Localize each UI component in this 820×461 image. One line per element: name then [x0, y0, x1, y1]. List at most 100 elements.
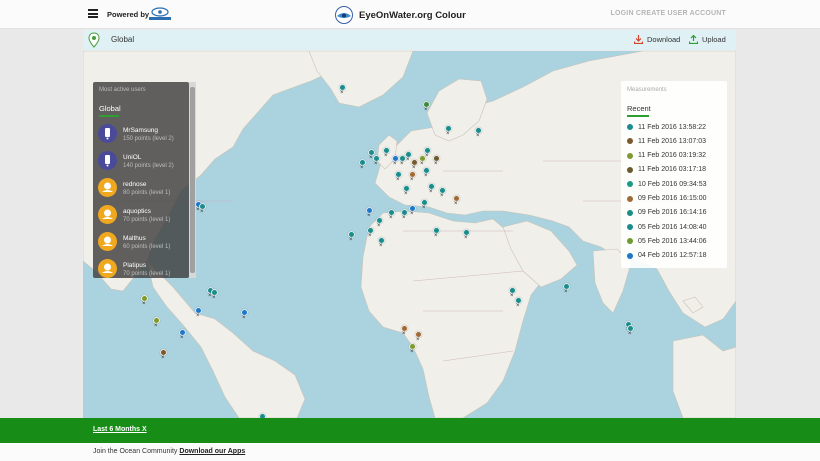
measurement-marker[interactable] — [392, 155, 399, 167]
map-pin-icon[interactable] — [88, 32, 100, 48]
color-dot-icon — [627, 138, 633, 145]
measurement-marker[interactable] — [439, 187, 446, 199]
measurement-marker[interactable] — [383, 147, 390, 159]
measurement-marker[interactable] — [475, 127, 482, 139]
measurement-row[interactable]: 11 Feb 2016 03:17:18 — [627, 164, 706, 176]
download-icon — [634, 35, 643, 44]
measurement-marker[interactable] — [409, 171, 416, 183]
user-points: 70 points (level 1) — [123, 217, 171, 223]
measurement-date: 11 Feb 2016 13:58:22 — [638, 123, 706, 131]
measurement-marker[interactable] — [411, 159, 418, 171]
measurement-row[interactable]: 09 Feb 2016 16:14:16 — [627, 207, 707, 219]
measurement-marker[interactable] — [627, 325, 634, 337]
measurement-marker[interactable] — [359, 159, 366, 171]
duck-avatar-icon — [98, 178, 117, 197]
measurement-marker[interactable] — [195, 307, 202, 319]
user-row[interactable]: rednose 80 points (level 1) — [98, 178, 186, 202]
user-name: UniOL — [123, 154, 142, 161]
measurement-row[interactable]: 05 Feb 2016 13:44:06 — [627, 235, 707, 247]
measurement-marker[interactable] — [509, 287, 516, 299]
active-tab-underline — [627, 115, 649, 117]
footer-text: Join the Ocean Community Download our Ap… — [93, 448, 245, 455]
measurement-date: 09 Feb 2016 16:15:00 — [638, 195, 707, 202]
measurement-marker[interactable] — [141, 295, 148, 307]
measurement-marker[interactable] — [453, 195, 460, 207]
measurement-marker[interactable] — [405, 151, 412, 163]
auth-links: LOGIN CREATE USER ACCOUNT — [611, 10, 726, 17]
measurement-marker[interactable] — [421, 199, 428, 211]
scrollbar-thumb[interactable] — [190, 87, 195, 273]
phone-avatar-icon — [98, 124, 117, 143]
measurement-row[interactable]: 09 Feb 2016 16:15:00 — [627, 193, 707, 205]
measurement-marker[interactable] — [463, 229, 470, 241]
filter-bar: Last 6 Months X — [0, 418, 820, 443]
measurements-panel: Measurements Recent 11 Feb 2016 13:58:22… — [621, 81, 727, 268]
measurement-marker[interactable] — [388, 209, 395, 221]
measurement-row[interactable]: 11 Feb 2016 13:58:22 — [627, 121, 706, 133]
measurement-marker[interactable] — [348, 231, 355, 243]
measurement-marker[interactable] — [428, 183, 435, 195]
measurement-row[interactable]: 10 Feb 2016 09:34:53 — [627, 178, 707, 190]
user-row[interactable]: MrSamsung 150 points (level 2) — [98, 124, 186, 148]
measurement-marker[interactable] — [433, 155, 440, 167]
create-account-link[interactable]: CREATE USER ACCOUNT — [636, 10, 726, 17]
partner-logo[interactable] — [148, 7, 172, 21]
measurement-marker[interactable] — [395, 171, 402, 183]
measurement-marker[interactable] — [160, 349, 167, 361]
measurement-marker[interactable] — [366, 207, 373, 219]
measurement-marker[interactable] — [433, 227, 440, 239]
measurement-marker[interactable] — [424, 147, 431, 159]
user-row[interactable]: Malthus 60 points (level 1) — [98, 232, 186, 256]
measurement-marker[interactable] — [376, 217, 383, 229]
measurement-marker[interactable] — [401, 209, 408, 221]
tab-recent[interactable]: Recent — [627, 104, 651, 113]
measurement-marker[interactable] — [403, 185, 410, 197]
user-name: Platipus — [123, 262, 147, 269]
login-link[interactable]: LOGIN — [611, 10, 634, 17]
measurement-marker[interactable] — [515, 297, 522, 309]
measurement-marker[interactable] — [339, 84, 346, 96]
user-row[interactable]: Platipus 70 points (level 1) — [98, 259, 186, 278]
app-brand[interactable]: EyeOnWater.org Colour — [334, 5, 466, 25]
measurement-marker[interactable] — [423, 101, 430, 113]
user-row[interactable]: aquoptics 70 points (level 1) — [98, 205, 186, 229]
measurement-marker[interactable] — [367, 227, 374, 239]
tab-global[interactable]: Global — [99, 104, 121, 113]
measurement-row[interactable]: 11 Feb 2016 03:19:32 — [627, 150, 706, 162]
measurement-row[interactable]: 04 Feb 2016 12:57:18 — [627, 250, 707, 262]
measurement-marker[interactable] — [401, 325, 408, 337]
upload-label: Upload — [702, 35, 726, 44]
measurement-marker[interactable] — [241, 309, 248, 321]
measurement-marker[interactable] — [211, 289, 218, 301]
duck-avatar-icon — [98, 259, 117, 278]
users-panel-scrollbar[interactable] — [189, 82, 196, 278]
upload-button[interactable]: Upload — [689, 35, 726, 44]
user-points: 70 points (level 1) — [123, 271, 171, 277]
color-dot-icon — [627, 166, 633, 173]
download-label: Download — [647, 35, 681, 44]
measurement-marker[interactable] — [409, 343, 416, 355]
measurement-marker[interactable] — [378, 237, 385, 249]
user-row[interactable]: UniOL 140 points (level 2) — [98, 151, 186, 175]
menu-icon[interactable] — [88, 9, 98, 18]
color-dot-icon — [627, 124, 633, 130]
download-apps-link[interactable]: Download our Apps — [179, 448, 245, 455]
period-filter-link[interactable]: Last 6 Months X — [93, 426, 147, 433]
measurement-row[interactable]: 11 Feb 2016 13:07:03 — [627, 135, 706, 147]
download-button[interactable]: Download — [634, 35, 680, 44]
measurement-row[interactable]: 05 Feb 2016 14:08:40 — [627, 221, 707, 233]
upload-icon — [689, 35, 698, 44]
user-name: MrSamsung — [123, 127, 159, 134]
user-name: aquoptics — [123, 208, 151, 215]
measurement-marker[interactable] — [423, 167, 430, 179]
measurement-marker[interactable] — [409, 205, 416, 217]
measurement-marker[interactable] — [153, 317, 160, 329]
footer: Join the Ocean Community Download our Ap… — [0, 443, 820, 461]
active-tab-underline — [99, 115, 119, 117]
measurement-marker[interactable] — [415, 331, 422, 343]
measurement-marker[interactable] — [373, 155, 380, 167]
measurement-marker[interactable] — [179, 329, 186, 341]
measurement-marker[interactable] — [199, 203, 206, 215]
measurement-marker[interactable] — [563, 283, 570, 295]
measurement-marker[interactable] — [445, 125, 452, 137]
